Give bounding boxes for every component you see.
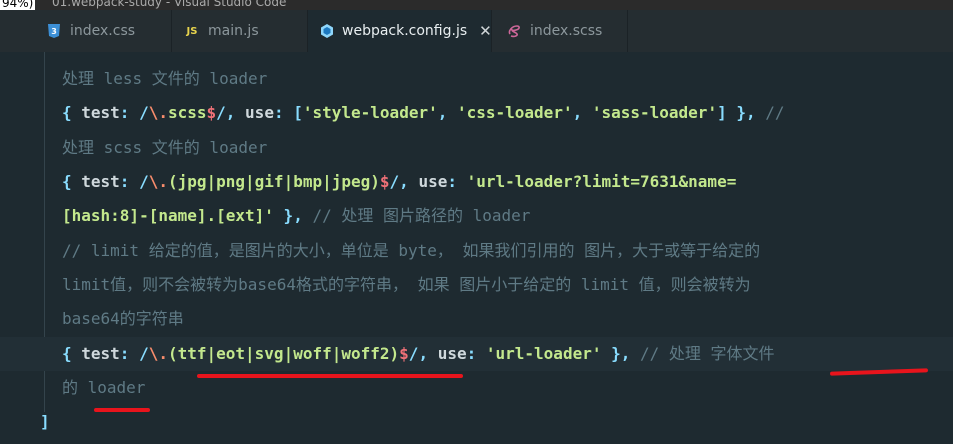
code-token: use [437, 344, 467, 363]
code-token: , [437, 103, 457, 122]
code-comment: base64的字符串 [62, 309, 184, 328]
tab-webpack-config-js[interactable]: webpack.config.js ✕ [308, 10, 492, 52]
code-token: : [119, 344, 140, 363]
code-line-scss-rule: { test: /\.scss$/, use: ['style-loader',… [62, 96, 785, 130]
code-comment: // limit 给定的值，是图片的大小，单位是 byte， 如果我们引用的 图… [62, 241, 761, 260]
code-token: : [119, 103, 140, 122]
code-token: // 处理 图片路径的 loader [312, 206, 531, 225]
code-token: test [81, 103, 120, 122]
webpack-file-icon [320, 23, 334, 39]
code-token: 'url-loader?limit=7631&name= [466, 172, 737, 191]
code-token: { [62, 172, 82, 191]
window-title: 01.webpack-study - Visual Studio Code [52, 0, 287, 9]
tab-bar: 3 index.css JS main.js webpack.config.js… [0, 10, 953, 52]
tab-label: webpack.config.js [342, 23, 468, 39]
close-icon[interactable]: ✕ [479, 22, 492, 40]
code-token: / [139, 344, 149, 363]
code-comment: 的 loader [62, 378, 146, 397]
code-token: : [119, 172, 140, 191]
code-token: / [216, 103, 226, 122]
code-line-image-rule: { test: /\.(jpg|png|gif|bmp|jpeg)$/, use… [62, 165, 736, 199]
code-token: / [408, 344, 419, 363]
code-token: // 处理 字体文件 [640, 344, 775, 363]
code-token: }, [273, 206, 313, 225]
js-file-icon: JS [186, 25, 198, 37]
code-token: use [245, 103, 274, 122]
code-token: $ [379, 172, 390, 191]
code-comment: limit值，则不会被转为base64格式的字符串， 如果 图片小于给定的 li… [62, 275, 751, 294]
tab-index-css[interactable]: 3 index.css [36, 10, 172, 52]
tab-label: index.css [70, 23, 136, 39]
zoom-badge: 94%) [0, 0, 36, 10]
code-comment: 处理 less 文件的 loader [62, 69, 268, 88]
code-token: (jpg|png|gif|bmp|jpeg) [167, 172, 380, 191]
tab-label: index.scss [530, 23, 603, 39]
code-token: , [572, 103, 592, 122]
annotation-underline-regex [197, 374, 463, 378]
code-token: 'url-loader' [485, 344, 602, 363]
code-closing-bracket: ] [40, 412, 50, 431]
tab-label: main.js [208, 23, 259, 39]
code-token: / [389, 172, 400, 191]
scss-file-icon [506, 23, 522, 39]
code-token: { [62, 344, 82, 363]
tab-main-js[interactable]: JS main.js [172, 10, 308, 52]
code-token: test [81, 172, 120, 191]
code-token: , [225, 103, 246, 122]
code-token: \. [148, 103, 168, 122]
code-token: { [62, 103, 82, 122]
code-token: , [418, 344, 438, 363]
code-token: 'css-loader' [456, 103, 573, 122]
code-token: : [466, 344, 486, 363]
code-token: \. [148, 172, 168, 191]
code-token: / [139, 103, 149, 122]
code-token: [hash:8]-[name].[ext]' [62, 206, 274, 225]
code-token: // [765, 103, 785, 122]
svg-text:3: 3 [51, 27, 57, 36]
code-token: \. [148, 344, 168, 363]
code-comment: 处理 scss 文件的 loader [62, 138, 268, 157]
code-token: : [ [273, 103, 303, 122]
code-line-font-rule: { test: /\.(ttf|eot|svg|woff|woff2)$/, u… [62, 337, 775, 371]
code-token: , [399, 172, 419, 191]
code-token: test [81, 344, 120, 363]
title-bar: 94%) 01.webpack-study - Visual Studio Co… [0, 0, 953, 10]
code-editor[interactable]: 处理 less 文件的 loader { test: /\.scss$/, us… [0, 52, 953, 444]
annotation-underline-loader [94, 408, 150, 412]
code-line-image-rule-cont: [hash:8]-[name].[ext]' }, // 处理 图片路径的 lo… [62, 199, 530, 233]
code-token: : [447, 172, 467, 191]
css-file-icon: 3 [46, 23, 62, 39]
code-token: / [139, 172, 149, 191]
code-token: }, [601, 344, 640, 363]
code-token: $ [399, 344, 409, 363]
code-token: 'sass-loader' [591, 103, 718, 122]
code-token: 'style-loader' [302, 103, 438, 122]
tab-index-scss[interactable]: index.scss [492, 10, 628, 52]
code-token: scss [167, 103, 207, 122]
code-token: use [418, 172, 448, 191]
code-token: ] }, [717, 103, 766, 122]
code-token: $ [206, 103, 217, 122]
code-token: (ttf|eot|svg|woff|woff2) [167, 344, 400, 363]
